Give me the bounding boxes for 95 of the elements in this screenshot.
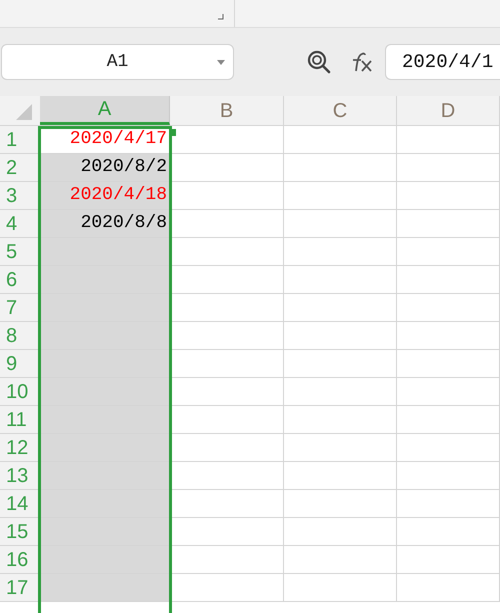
table-cell[interactable] xyxy=(397,210,500,238)
table-cell[interactable] xyxy=(284,574,397,602)
row-header[interactable]: 14 xyxy=(0,490,40,518)
table-cell[interactable] xyxy=(397,294,500,322)
table-cell[interactable] xyxy=(170,266,284,294)
corner-triangle-icon xyxy=(16,104,32,120)
table-cell[interactable] xyxy=(397,378,500,406)
table-cell[interactable] xyxy=(397,490,500,518)
table-cell[interactable] xyxy=(40,322,170,350)
table-cell[interactable] xyxy=(40,406,170,434)
table-cell[interactable] xyxy=(170,406,284,434)
table-cell[interactable] xyxy=(284,350,397,378)
row-header[interactable]: 13 xyxy=(0,462,40,490)
formula-field[interactable]: 2020/4/1 xyxy=(385,44,500,80)
row-header[interactable]: 5 xyxy=(0,238,40,266)
table-cell[interactable] xyxy=(170,574,284,602)
table-cell[interactable] xyxy=(170,462,284,490)
table-cell[interactable] xyxy=(40,490,170,518)
table-cell[interactable] xyxy=(284,294,397,322)
table-cell[interactable] xyxy=(40,546,170,574)
table-cell[interactable] xyxy=(397,154,500,182)
row-header[interactable]: 10 xyxy=(0,378,40,406)
row-header[interactable]: 16 xyxy=(0,546,40,574)
table-cell[interactable] xyxy=(284,238,397,266)
table-cell[interactable] xyxy=(40,378,170,406)
table-cell[interactable] xyxy=(397,574,500,602)
row-header[interactable]: 2 xyxy=(0,154,40,182)
row-header[interactable]: 6 xyxy=(0,266,40,294)
table-cell[interactable] xyxy=(170,490,284,518)
table-cell[interactable] xyxy=(397,322,500,350)
row-header[interactable]: 7 xyxy=(0,294,40,322)
table-cell[interactable] xyxy=(284,490,397,518)
table-cell[interactable] xyxy=(397,266,500,294)
table-cell[interactable] xyxy=(40,518,170,546)
name-box[interactable]: A1 xyxy=(1,44,234,80)
table-cell[interactable] xyxy=(284,518,397,546)
table-cell[interactable] xyxy=(40,294,170,322)
table-cell[interactable] xyxy=(170,210,284,238)
table-cell[interactable] xyxy=(284,266,397,294)
table-cell[interactable] xyxy=(170,126,284,154)
resize-corner-icon xyxy=(218,14,224,20)
table-cell[interactable] xyxy=(40,574,170,602)
table-cell[interactable]: 2020/8/8 xyxy=(40,210,170,238)
dropdown-caret-icon[interactable] xyxy=(217,60,225,64)
table-cell[interactable] xyxy=(170,322,284,350)
table-cell[interactable] xyxy=(284,378,397,406)
table-cell[interactable] xyxy=(170,434,284,462)
table-cell[interactable] xyxy=(397,126,500,154)
table-cell[interactable] xyxy=(284,434,397,462)
row-header[interactable]: 11 xyxy=(0,406,40,434)
table-cell[interactable] xyxy=(397,350,500,378)
row-header[interactable]: 4 xyxy=(0,210,40,238)
table-cell[interactable] xyxy=(170,350,284,378)
row-header[interactable]: 12 xyxy=(0,434,40,462)
zoom-icon[interactable] xyxy=(306,49,332,75)
table-cell[interactable] xyxy=(397,182,500,210)
table-cell[interactable] xyxy=(170,294,284,322)
table-cell[interactable] xyxy=(284,462,397,490)
table-cell[interactable] xyxy=(284,406,397,434)
table-cell[interactable] xyxy=(397,518,500,546)
table-cell[interactable] xyxy=(170,378,284,406)
table-cell[interactable] xyxy=(284,182,397,210)
column-header[interactable]: D xyxy=(397,96,500,125)
row-header[interactable]: 9 xyxy=(0,350,40,378)
table-cell[interactable] xyxy=(397,546,500,574)
table-cell[interactable] xyxy=(40,350,170,378)
table-cell[interactable] xyxy=(40,462,170,490)
table-cell[interactable] xyxy=(170,518,284,546)
table-cell[interactable] xyxy=(397,434,500,462)
table-cell[interactable] xyxy=(170,182,284,210)
column-header[interactable]: A xyxy=(40,96,170,125)
column-header[interactable]: B xyxy=(170,96,284,125)
table-cell[interactable] xyxy=(40,434,170,462)
table-cell[interactable] xyxy=(397,406,500,434)
table-cell[interactable] xyxy=(40,238,170,266)
row-header[interactable]: 8 xyxy=(0,322,40,350)
table-cell[interactable] xyxy=(170,546,284,574)
row-header[interactable]: 15 xyxy=(0,518,40,546)
table-cell[interactable]: 2020/8/2 xyxy=(40,154,170,182)
table-cell[interactable] xyxy=(40,266,170,294)
table-cell[interactable]: 2020/4/18 xyxy=(40,182,170,210)
table-cell[interactable] xyxy=(284,546,397,574)
table-cell[interactable] xyxy=(284,322,397,350)
column-header[interactable]: C xyxy=(284,96,397,125)
row-header[interactable]: 1 xyxy=(0,126,40,154)
row-header[interactable]: 17 xyxy=(0,574,40,602)
table-cell[interactable] xyxy=(170,154,284,182)
table-cell[interactable] xyxy=(397,238,500,266)
table-cell[interactable] xyxy=(284,210,397,238)
table-cell[interactable] xyxy=(284,154,397,182)
table-cell[interactable] xyxy=(397,462,500,490)
table-cell[interactable] xyxy=(284,126,397,154)
row-header[interactable]: 3 xyxy=(0,182,40,210)
table-cell[interactable] xyxy=(170,238,284,266)
fill-handle[interactable] xyxy=(170,129,176,136)
